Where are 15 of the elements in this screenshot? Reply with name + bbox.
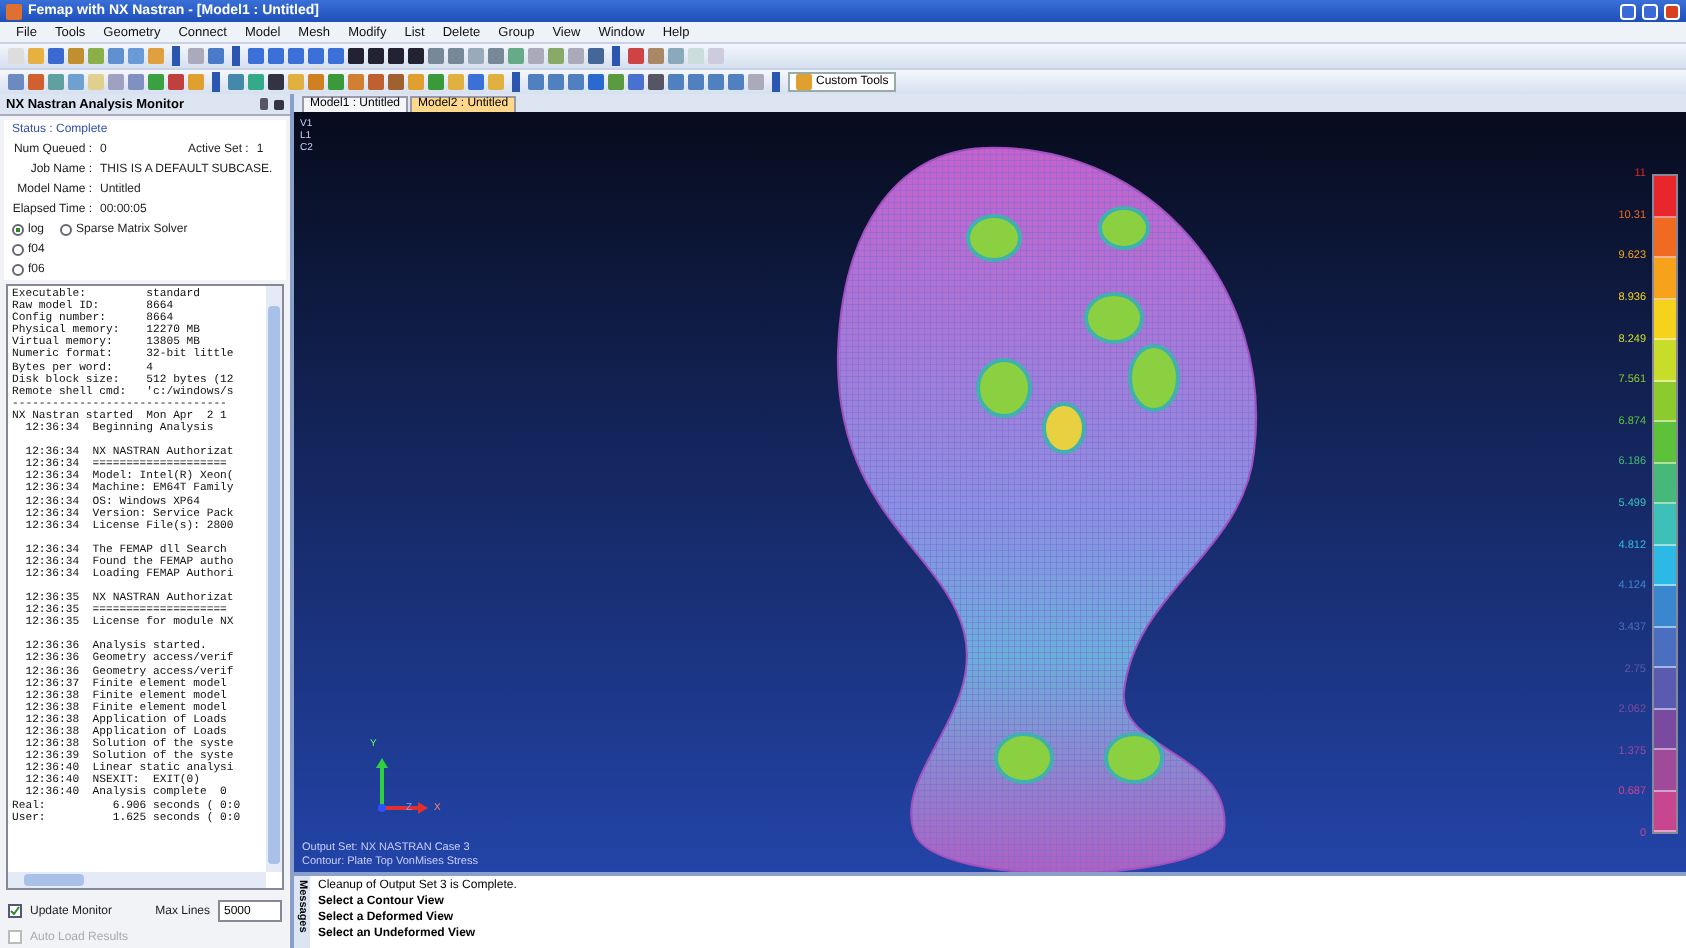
maximize-icon[interactable] xyxy=(1642,3,1658,19)
check-icon xyxy=(10,906,20,916)
radio-button[interactable] xyxy=(12,224,24,236)
axis-triad-drawing xyxy=(376,758,428,814)
radio-button[interactable] xyxy=(12,244,24,256)
checkbox[interactable] xyxy=(8,904,22,918)
vertical-scrollbar[interactable] xyxy=(266,286,282,872)
tools-icon xyxy=(796,74,812,90)
radio-button[interactable] xyxy=(12,264,24,276)
minimize-icon[interactable] xyxy=(1620,3,1636,19)
horizontal-scrollbar[interactable] xyxy=(8,872,266,888)
close-icon[interactable] xyxy=(1664,3,1680,19)
app-icon xyxy=(6,3,22,19)
radio-button[interactable] xyxy=(60,224,73,236)
close-icon[interactable] xyxy=(274,99,284,109)
